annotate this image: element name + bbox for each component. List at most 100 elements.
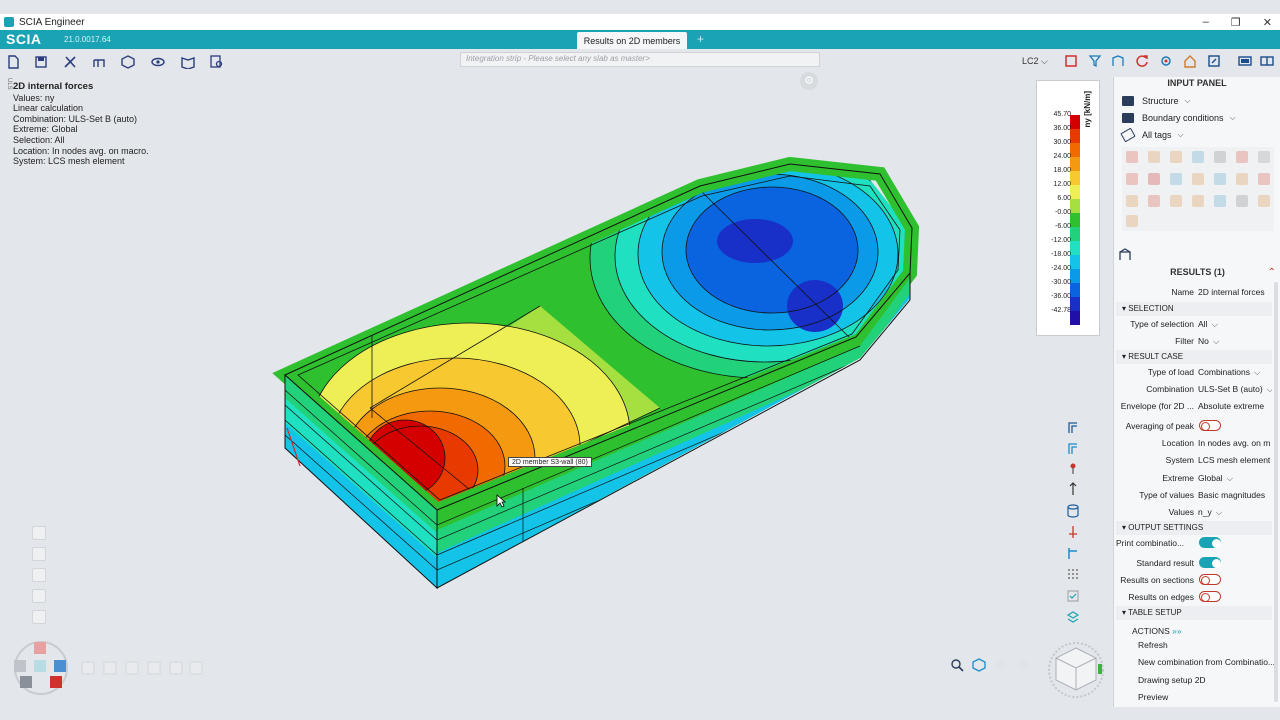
layout-icon[interactable] <box>1238 54 1252 68</box>
panel-icon[interactable] <box>1260 54 1274 68</box>
faded-tool-4[interactable] <box>32 589 46 603</box>
combination-select[interactable]: ULS-Set B (auto) ⌵ <box>1198 384 1272 395</box>
legend-value: -24.00 <box>1051 265 1071 272</box>
save-icon[interactable] <box>34 55 48 69</box>
legend-value: 18.00 <box>1053 167 1071 174</box>
section-output-settings[interactable]: ▾ OUTPUT SETTINGS <box>1116 521 1272 535</box>
view-cube-icon[interactable] <box>1044 638 1108 698</box>
tag-icon <box>1120 127 1136 142</box>
load-case-select[interactable]: LC2 ⌵ <box>1022 56 1048 67</box>
legend-value: 36.00 <box>1053 125 1071 132</box>
name-field[interactable]: 2D internal forces <box>1198 287 1272 297</box>
legend-value: -36.00 <box>1051 293 1071 300</box>
action-preview[interactable]: Preview <box>1138 692 1168 702</box>
panel-scrollbar[interactable] <box>1274 282 1278 702</box>
results-icon[interactable] <box>1111 54 1125 68</box>
pin-icon[interactable] <box>1066 461 1080 475</box>
restore-button[interactable]: ❐ <box>1231 16 1241 29</box>
view-navigator-icon[interactable] <box>10 638 72 696</box>
axis-icon[interactable] <box>1066 482 1080 496</box>
panel-item-boundary-conditions[interactable]: Boundary conditions ⌵ <box>1114 109 1280 126</box>
collapse-up-icon[interactable]: ⌃ <box>1268 267 1276 278</box>
action-new-combination[interactable]: New combination from Combinatio... <box>1138 657 1275 667</box>
tool-icon-grid <box>1122 147 1274 231</box>
load-icon[interactable] <box>1066 525 1080 539</box>
legend-value: -42.78 <box>1051 307 1071 314</box>
prop-extreme: Extreme Global ⌵ <box>1114 470 1274 487</box>
action-drawing-setup-2d[interactable]: Drawing setup 2D <box>1138 675 1206 685</box>
print-combination-toggle[interactable] <box>1199 537 1221 548</box>
legend-swatch <box>1070 129 1080 143</box>
location-select[interactable]: In nodes avg. on m <box>1198 438 1272 448</box>
type-of-selection-select[interactable]: All ⌵ <box>1198 319 1272 330</box>
panel-item-label: Structure <box>1142 95 1179 106</box>
type-of-values-select[interactable]: Basic magnitudes <box>1198 490 1272 500</box>
minimize-button[interactable]: – <box>1203 16 1209 28</box>
results-panel-icon[interactable] <box>1118 247 1132 261</box>
grid-dots-icon[interactable] <box>1066 567 1080 581</box>
database-icon[interactable] <box>1066 504 1080 518</box>
legend-swatch <box>1070 115 1080 129</box>
averaging-toggle[interactable] <box>1199 420 1221 431</box>
export-icon[interactable] <box>1207 54 1221 68</box>
results-on-edges-toggle[interactable] <box>1199 591 1221 602</box>
legend-unit: ny [kN/m] <box>1083 91 1092 128</box>
standard-result-toggle[interactable] <box>1199 557 1221 568</box>
close-button[interactable]: ✕ <box>1263 16 1272 29</box>
frame-icon[interactable] <box>1066 420 1080 434</box>
values-select[interactable]: n_y ⌵ <box>1198 507 1272 518</box>
section-selection[interactable]: ▾ SELECTION <box>1116 302 1272 316</box>
brand-bar: SCIA 21.0.0017.64 Results on 2D members … <box>0 30 1280 49</box>
faded-tool-1[interactable] <box>32 526 46 540</box>
filter-select[interactable]: No ⌵ <box>1198 336 1272 347</box>
3d-viewport[interactable] <box>0 78 1112 708</box>
zoom-window-icon[interactable] <box>994 658 1008 672</box>
version-label: 21.0.0017.64 <box>64 35 111 44</box>
app-icon <box>4 17 14 27</box>
check-icon[interactable] <box>1066 589 1080 603</box>
search-report-icon[interactable] <box>210 55 224 69</box>
new-tab-button[interactable]: + <box>697 32 704 46</box>
new-file-icon[interactable] <box>6 55 20 69</box>
structure-icon[interactable] <box>92 55 106 69</box>
integration-strip-input[interactable]: Integration strip - Please select any sl… <box>460 52 820 67</box>
section-table-setup[interactable]: ▾ TABLE SETUP <box>1116 606 1272 620</box>
legend-value: 30.00 <box>1053 139 1071 146</box>
book-icon[interactable] <box>181 55 195 69</box>
refresh-icon[interactable] <box>1135 54 1149 68</box>
results-on-sections-toggle[interactable] <box>1199 574 1221 585</box>
house-icon[interactable] <box>1183 54 1197 68</box>
extreme-select[interactable]: Global ⌵ <box>1198 473 1272 484</box>
legend-value: -30.00 <box>1051 279 1071 286</box>
faded-tool-2[interactable] <box>32 547 46 561</box>
zoom-all-icon[interactable] <box>972 658 986 672</box>
tab-results-on-2d-members[interactable]: Results on 2D members <box>577 32 687 49</box>
pan-icon[interactable] <box>1016 658 1030 672</box>
section-icon[interactable] <box>1066 546 1080 560</box>
zoom-icon[interactable] <box>950 658 964 672</box>
color-legend: ny [kN/m] 45.70 36.00 30.00 24.00 18.00 12.00… <box>1036 80 1100 336</box>
chevron-down-icon: ⌵ <box>1041 56 1048 66</box>
layers-icon[interactable] <box>1066 610 1080 624</box>
window-controls: – ❐ ✕ <box>1203 14 1272 30</box>
system-select[interactable]: LCS mesh element <box>1198 455 1272 465</box>
section-result-case[interactable]: ▾ RESULT CASE <box>1116 350 1272 364</box>
chevron-down-icon: ⌵ <box>1229 112 1236 122</box>
tools-icon[interactable] <box>63 55 77 69</box>
panel-item-structure[interactable]: Structure ⌵ <box>1114 92 1280 109</box>
eye-icon[interactable] <box>151 55 165 69</box>
faded-tool-5[interactable] <box>32 610 46 624</box>
red-frame-icon[interactable] <box>1064 54 1078 68</box>
filter-icon[interactable] <box>1088 54 1102 68</box>
actions-header[interactable]: ACTIONS »» <box>1132 626 1182 636</box>
panel-item-all-tags[interactable]: All tags ⌵ <box>1114 126 1280 143</box>
type-of-load-select[interactable]: Combinations ⌵ <box>1198 367 1272 378</box>
frame-blue-icon[interactable] <box>1066 441 1080 455</box>
faded-bottom-toolbar <box>81 661 203 675</box>
prop-envelope: Envelope (for 2D ... Absolute extreme <box>1114 398 1274 415</box>
faded-tool-3[interactable] <box>32 568 46 582</box>
3d-view-icon[interactable] <box>121 55 135 69</box>
settings-icon[interactable] <box>1159 54 1173 68</box>
action-refresh[interactable]: Refresh <box>1138 640 1168 650</box>
envelope-select[interactable]: Absolute extreme <box>1198 401 1272 411</box>
